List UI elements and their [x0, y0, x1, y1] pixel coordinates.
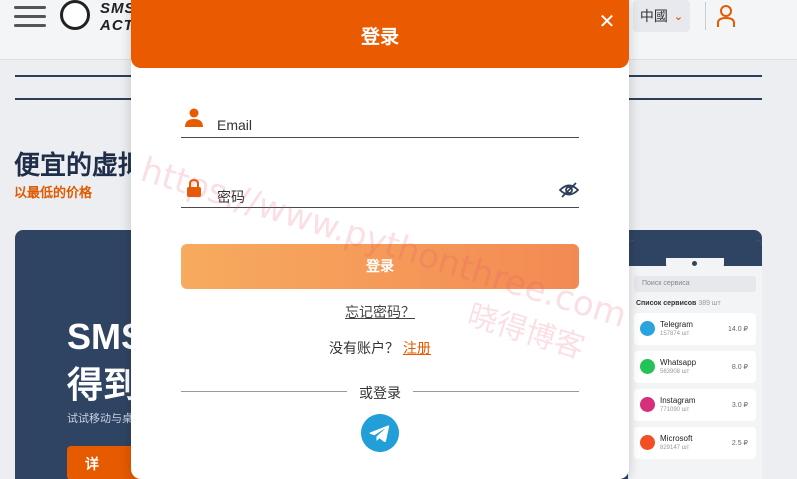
- email-field[interactable]: Email: [181, 108, 579, 138]
- user-icon: [185, 108, 203, 127]
- hero-subtitle: 以最低的价格: [14, 185, 93, 200]
- email-placeholder: Email: [217, 117, 253, 133]
- user-account-icon[interactable]: [716, 4, 736, 28]
- service-icon: [640, 321, 655, 336]
- service-icon: [640, 435, 655, 450]
- phone-list-title: Список сервисов 389 шт: [636, 300, 762, 307]
- service-count: 157874 шт: [660, 331, 690, 337]
- service-price: 14.0 ₽: [727, 326, 748, 333]
- service-price: 8.0 ₽: [731, 364, 748, 371]
- eye-off-icon[interactable]: [559, 181, 579, 199]
- phone-service-item: Microsoft 829147 шт 2.5 ₽: [634, 427, 756, 459]
- service-icon: [640, 359, 655, 374]
- password-field[interactable]: 密码: [181, 178, 579, 208]
- modal-title: 登录: [360, 27, 399, 48]
- service-price: 2.5 ₽: [731, 440, 748, 447]
- password-placeholder: 密码: [217, 189, 245, 205]
- language-selector[interactable]: 中國 ⌄: [633, 0, 690, 32]
- modal-header: 登录 ✕: [131, 0, 629, 68]
- service-name: Whatsapp: [660, 358, 697, 367]
- service-name: Microsoft: [660, 434, 693, 443]
- logo-mark-icon: [60, 0, 90, 30]
- hero-title: 便宜的虚拟: [14, 150, 145, 180]
- banner-description: 试试移动与桌: [67, 413, 133, 425]
- no-account-text: 没有账户？: [329, 340, 400, 356]
- or-login-text: 或登录: [359, 385, 401, 401]
- language-label: 中國: [639, 8, 668, 24]
- banner-headline-line2: 得到: [67, 364, 140, 405]
- phone-list-count: 389 шт: [698, 300, 721, 307]
- header-divider: [705, 2, 706, 30]
- banner-cta-label: 详: [85, 456, 99, 472]
- phone-search-input: Поиск сервиса: [634, 276, 756, 292]
- register-prompt: 没有账户？ 注册: [131, 338, 629, 358]
- close-icon[interactable]: ✕: [597, 12, 617, 32]
- phone-service-item: Whatsapp 563908 шт 8.0 ₽: [634, 351, 756, 383]
- site-logo[interactable]: SMS ACT: [60, 0, 135, 34]
- service-name: Instagram: [660, 396, 696, 405]
- service-price: 3.0 ₽: [731, 402, 748, 409]
- phone-service-item: Telegram 157874 шт 14.0 ₽: [634, 313, 756, 345]
- phone-list-title-text: Список сервисов: [636, 300, 697, 307]
- or-login-divider: 或登录: [181, 382, 579, 401]
- chevron-down-icon: ⌄: [673, 10, 684, 23]
- service-count: 771090 шт: [660, 407, 690, 413]
- login-button[interactable]: 登录: [181, 244, 579, 289]
- phone-mockup: Поиск сервиса Список сервисов 389 шт Tel…: [628, 240, 762, 479]
- logo-text-line2: ACT: [100, 17, 134, 34]
- telegram-login-icon[interactable]: [361, 414, 399, 452]
- forgot-password-link[interactable]: 忘记密码？: [131, 302, 629, 322]
- phone-service-item: Instagram 771090 шт 3.0 ₽: [634, 389, 756, 421]
- service-count: 563908 шт: [660, 369, 690, 375]
- phone-top-bar: [628, 240, 762, 270]
- service-count: 829147 шт: [660, 445, 690, 451]
- login-modal: 登录 ✕ Email 密码 登录 忘记密码？ 没有账户？ 注册 或登录: [131, 0, 629, 479]
- phone-notch: [666, 258, 724, 270]
- service-icon: [640, 397, 655, 412]
- divider-line: [413, 391, 579, 392]
- menu-icon[interactable]: [14, 6, 46, 28]
- register-link[interactable]: 注册: [403, 340, 431, 356]
- phone-service-list: Telegram 157874 шт 14.0 ₽ Whatsapp 563908 шт…: [628, 313, 762, 459]
- service-name: Telegram: [660, 320, 693, 329]
- lock-icon: [187, 178, 201, 197]
